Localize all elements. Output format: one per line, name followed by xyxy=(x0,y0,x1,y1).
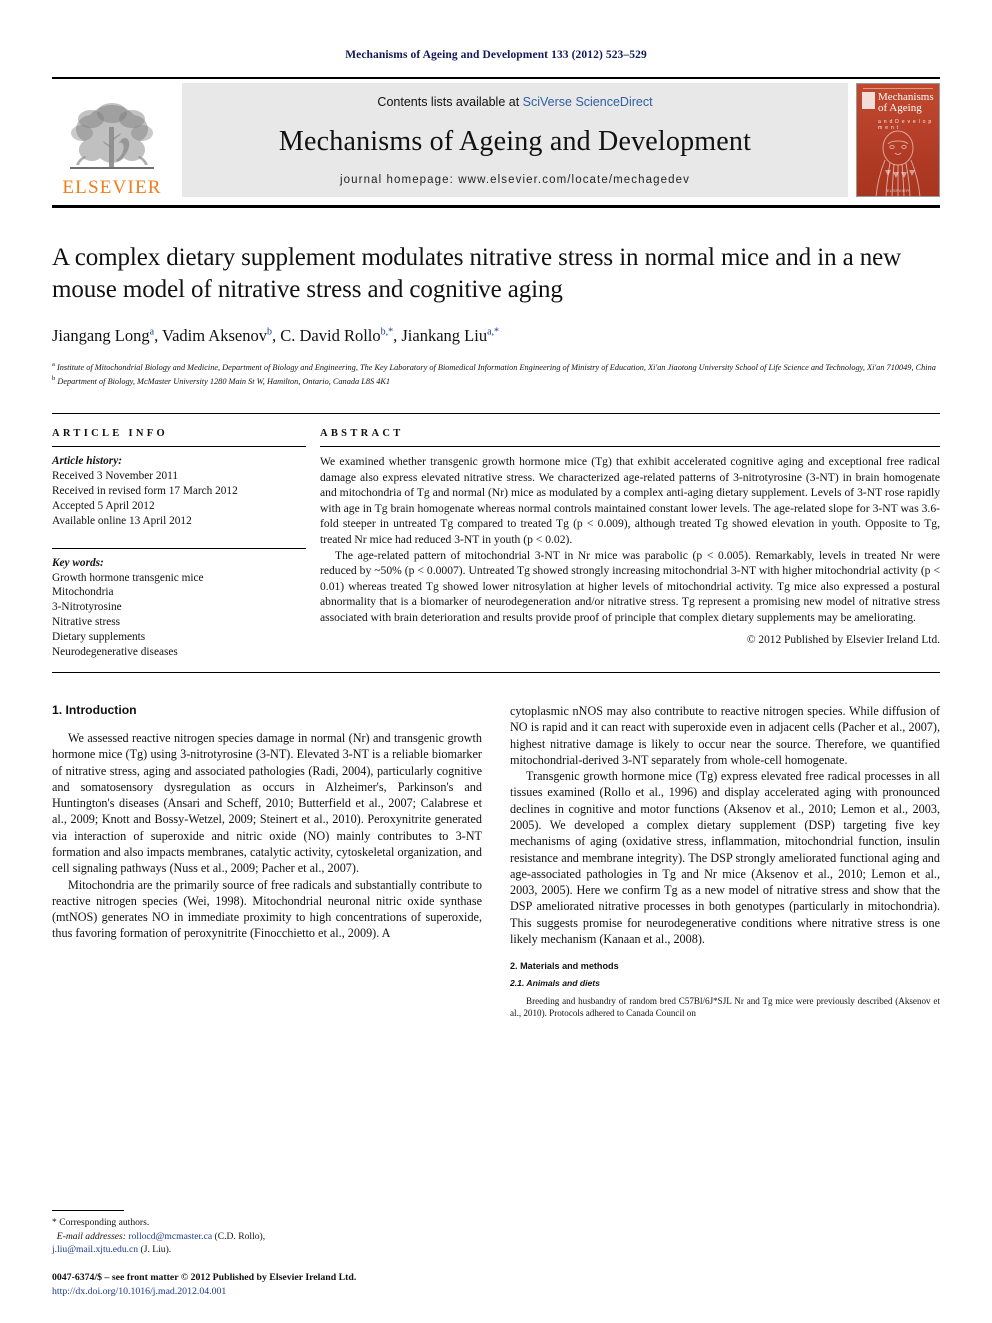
abstract-column: ABSTRACT We examined whether transgenic … xyxy=(320,428,940,660)
author-affil-marker: a,* xyxy=(487,326,500,338)
abstract-rule xyxy=(320,446,940,448)
body-left-column: 1. Introduction We assessed reactive nit… xyxy=(52,703,482,1019)
affiliation-text: Institute of Mitochondrial Biology and M… xyxy=(56,362,936,372)
section-heading-introduction: 1. Introduction xyxy=(52,702,137,717)
affiliation-item: a Institute of Mitochondrial Biology and… xyxy=(52,360,940,374)
author-affil-marker: a xyxy=(149,326,155,338)
running-head: Mechanisms of Ageing and Development 133… xyxy=(345,49,647,61)
footnotes-block: * Corresponding authors. E-mail addresse… xyxy=(52,1210,482,1299)
footnote-rule xyxy=(52,1210,124,1212)
page-title: A complex dietary supplement modulates n… xyxy=(52,244,902,303)
cover-portrait-illustration xyxy=(875,130,921,196)
abstract-body: We examined whether transgenic growth ho… xyxy=(320,454,940,625)
history-item: Received 3 November 2011 xyxy=(52,470,179,482)
keywords-label: Key words: xyxy=(52,556,104,569)
article-info-heading: ARTICLE INFO xyxy=(52,428,168,440)
abstract-bottom-rule xyxy=(52,671,940,673)
journal-masthead: ELSEVIER Contents lists available at Sci… xyxy=(52,77,940,201)
cover-publisher-icon xyxy=(862,92,875,109)
journal-cover-thumbnail: Mechanisms of Ageing a n d D e v e l o p … xyxy=(856,83,940,197)
email-addresses-note: E-mail addresses: rollocd@mcmaster.ca (C… xyxy=(52,1230,482,1256)
article-history: Article history: Received 3 November 201… xyxy=(52,454,306,529)
body-right-column: cytoplasmic nNOS may also contribute to … xyxy=(510,703,940,1019)
elsevier-tree-icon xyxy=(70,103,154,169)
author-name: Jiangang Long xyxy=(52,326,150,345)
corresponding-author-note: * Corresponding authors. xyxy=(52,1217,150,1229)
history-item: Available online 13 April 2012 xyxy=(52,514,192,527)
body-paragraph: cytoplasmic nNOS may also contribute to … xyxy=(510,703,940,767)
subsection-heading-animals-and-diets: 2.1. Animals and diets xyxy=(510,978,600,989)
abstract-paragraph: The age-related pattern of mitochondrial… xyxy=(320,548,940,624)
journal-title: Mechanisms of Ageing and Development xyxy=(278,125,752,157)
affiliation-item: b Department of Biology, McMaster Univer… xyxy=(52,374,940,388)
body-paragraph: Transgenic growth hormone mice (Tg) expr… xyxy=(510,769,940,946)
email-owner-liu: (J. Liu). xyxy=(140,1243,172,1255)
keyword-item: Dietary supplements xyxy=(52,631,146,644)
history-item: Accepted 5 April 2012 xyxy=(52,499,155,512)
doi-link[interactable]: http://dx.doi.org/10.1016/j.mad.2012.04.… xyxy=(52,1285,482,1299)
author-affil-marker: b xyxy=(266,326,272,338)
contents-prefix: Contents lists available at xyxy=(377,95,523,109)
abstract-heading: ABSTRACT xyxy=(320,428,404,440)
keyword-item: Mitochondria xyxy=(52,586,114,599)
affiliation-text: Department of Biology, McMaster Universi… xyxy=(57,376,391,386)
paper-page: Mechanisms of Ageing and Development 133… xyxy=(0,0,992,1323)
sciencedirect-link[interactable]: SciVerse ScienceDirect xyxy=(523,95,653,109)
article-history-label: Article history: xyxy=(52,455,122,468)
author-list: Jiangang Longa, Vadim Aksenovb, C. David… xyxy=(52,326,500,345)
front-matter-line: 0047-6374/$ – see front matter © 2012 Pu… xyxy=(52,1271,482,1299)
abstract-paragraph: We examined whether transgenic growth ho… xyxy=(320,455,940,546)
keywords-block: Key words: Growth hormone transgenic mic… xyxy=(52,556,306,660)
email-owner-rollo: (C.D. Rollo), xyxy=(214,1230,266,1242)
abstract-copyright: © 2012 Published by Elsevier Ireland Ltd… xyxy=(746,634,940,647)
affiliations: a Institute of Mitochondrial Biology and… xyxy=(52,360,940,387)
section-heading-methods: 2. Materials and methods xyxy=(510,961,619,972)
masthead-center-panel: Contents lists available at SciVerse Sci… xyxy=(182,83,848,197)
email-label: E-mail addresses: xyxy=(56,1230,126,1242)
info-abstract-row: ARTICLE INFO Article history: Received 3… xyxy=(52,413,940,660)
elsevier-wordmark: ELSEVIER xyxy=(62,177,162,198)
author-affil-marker: b,* xyxy=(380,326,394,338)
body-paragraph: Breeding and husbandry of random bred C5… xyxy=(510,996,940,1019)
email-link-liu[interactable]: j.liu@mail.xjtu.edu.cn xyxy=(52,1244,138,1255)
author-name: C. David Rollo xyxy=(280,326,381,345)
affiliation-marker: b xyxy=(52,374,56,382)
author-name: Jiankang Liu xyxy=(401,326,488,345)
article-info-rule xyxy=(52,446,306,448)
keyword-item: Growth hormone transgenic mice xyxy=(52,571,204,584)
email-link-rollo[interactable]: rollocd@mcmaster.ca xyxy=(128,1231,212,1242)
keyword-item: Nitrative stress xyxy=(52,616,121,629)
journal-homepage-line[interactable]: journal homepage: www.elsevier.com/locat… xyxy=(340,174,690,186)
cover-title: Mechanisms of Ageing xyxy=(878,91,934,115)
keywords-rule xyxy=(52,547,306,549)
body-paragraph: Mitochondria are the primarily source of… xyxy=(52,877,482,941)
history-item: Received in revised form 17 March 2012 xyxy=(52,484,238,497)
article-info-column: ARTICLE INFO Article history: Received 3… xyxy=(52,428,320,660)
keyword-item: 3-Nitrotyrosine xyxy=(52,601,122,614)
contents-available-line: Contents lists available at SciVerse Sci… xyxy=(377,95,652,109)
cover-footer-text: ELSEVIER xyxy=(886,188,910,193)
elsevier-logo: ELSEVIER xyxy=(52,79,172,201)
body-columns: 1. Introduction We assessed reactive nit… xyxy=(52,703,940,1019)
author-name: Vadim Aksenov xyxy=(162,326,267,345)
affiliation-marker: a xyxy=(52,361,55,368)
issn-copyright: 0047-6374/$ – see front matter © 2012 Pu… xyxy=(52,1271,357,1283)
title-block: A complex dietary supplement modulates n… xyxy=(52,208,940,387)
keyword-item: Neurodegenerative diseases xyxy=(52,646,178,659)
body-paragraph: We assessed reactive nitrogen species da… xyxy=(52,730,482,876)
